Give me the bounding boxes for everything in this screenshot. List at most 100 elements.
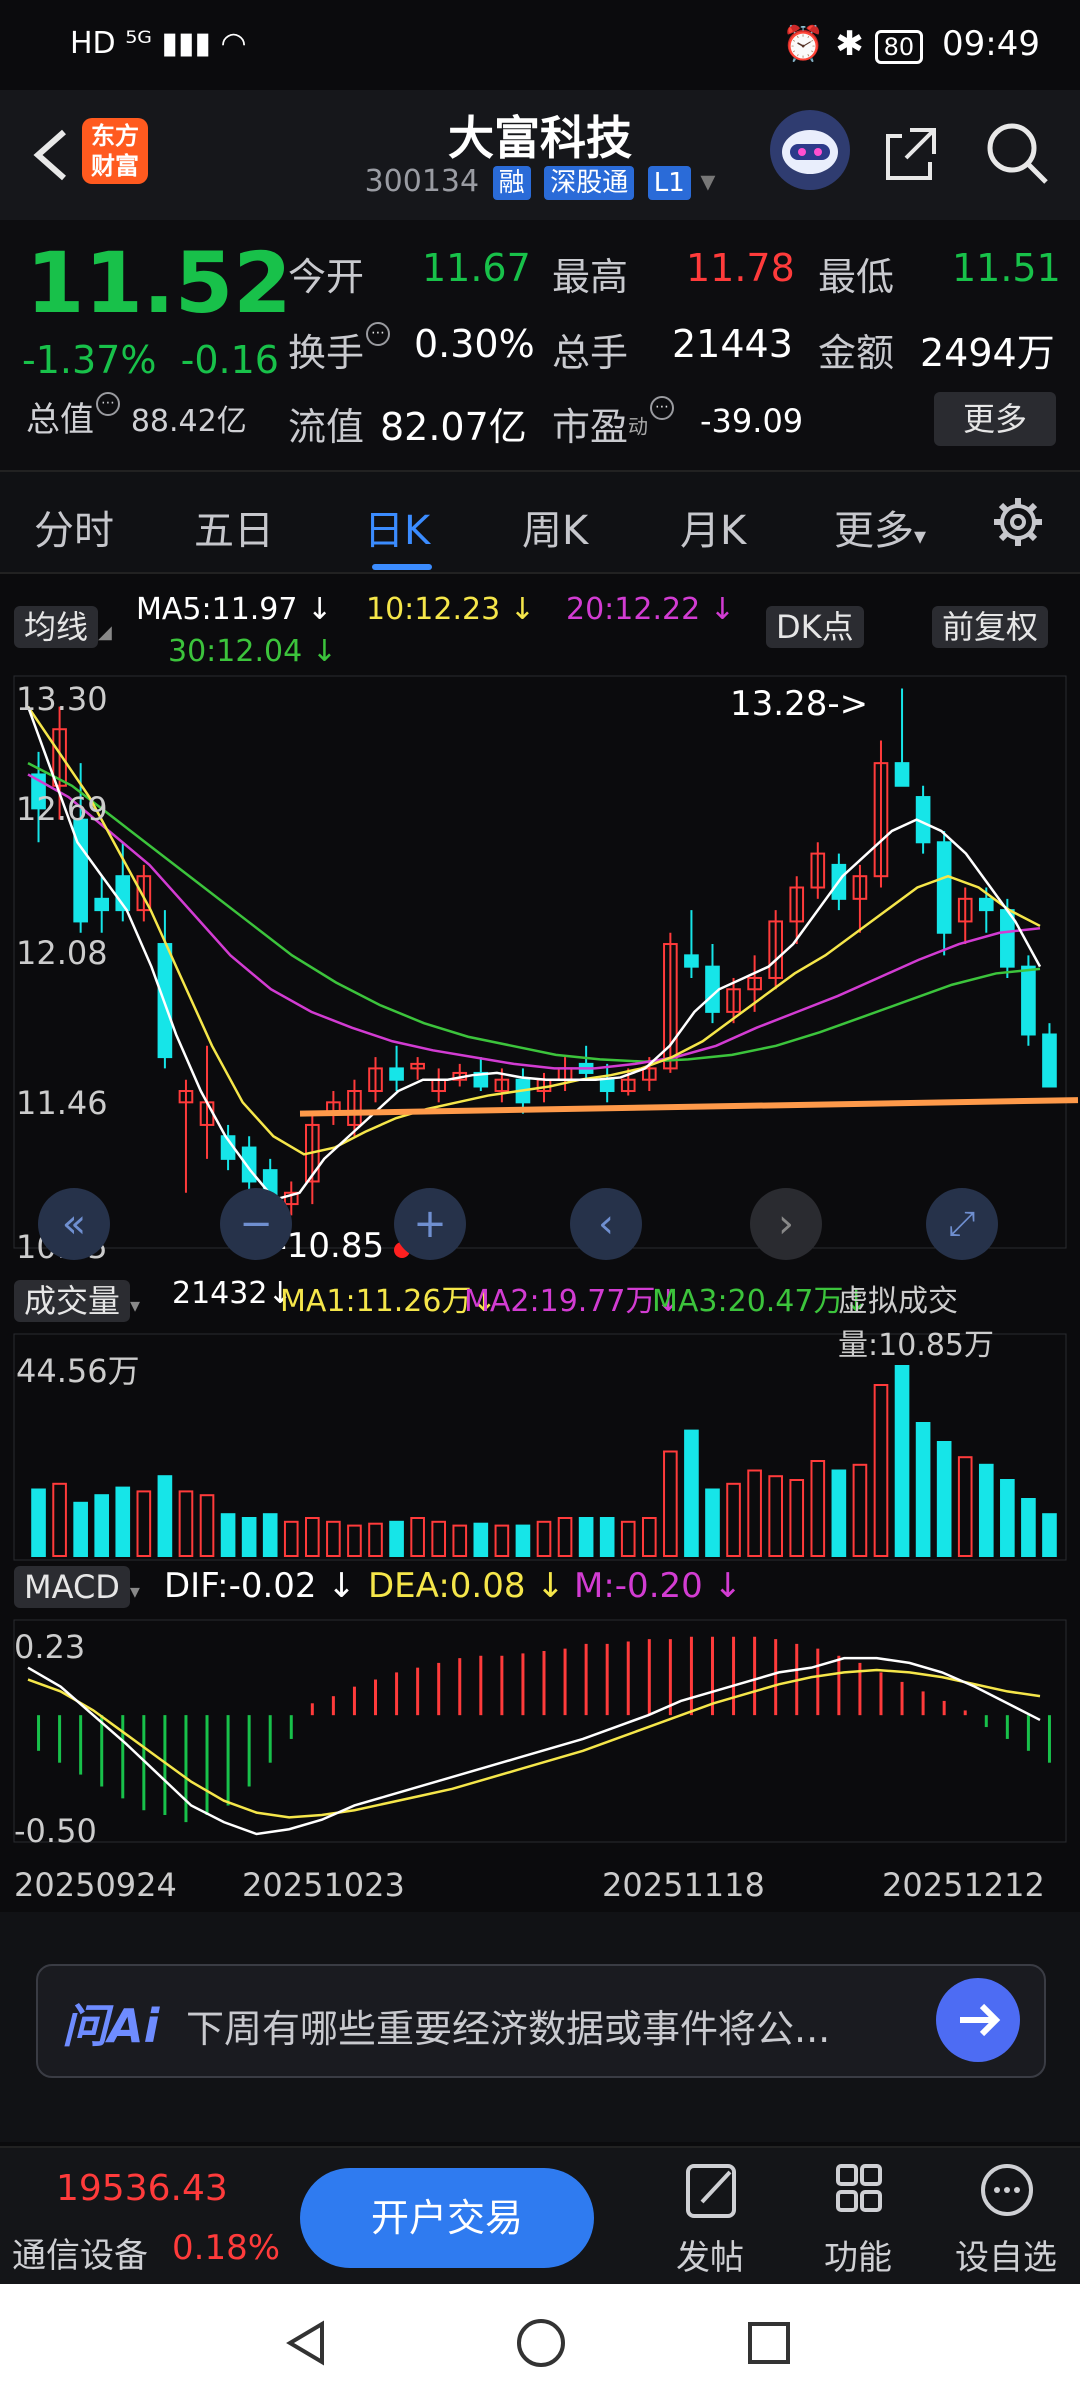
zoom-in-button[interactable]: + [394, 1188, 466, 1260]
candle-body [389, 1067, 404, 1081]
candle-body [73, 818, 88, 923]
macd-selector[interactable]: MACD ▾ [14, 1566, 140, 1608]
dif-line [27, 1656, 1041, 1836]
dropdown-icon: ▾ [914, 522, 927, 550]
level-tag: L1 [647, 166, 691, 200]
vol-max-label: 44.56万 [16, 1352, 140, 1390]
period-tabs: 分时 五日 日K 周K 月K 更多▾ [0, 472, 1080, 574]
turnover-value: 0.30% [414, 322, 535, 366]
float-label: 流值 [288, 405, 365, 449]
open-value: 11.67 [422, 246, 531, 290]
volume-bar [115, 1486, 131, 1557]
tab-daily-k[interactable]: 日K [364, 498, 430, 556]
dropdown-icon: ▾ [130, 1293, 141, 1317]
date-label: 20250924 [14, 1866, 177, 1904]
volume-bar [663, 1450, 678, 1557]
float-value: 82.07亿 [380, 405, 527, 449]
volume-bar [157, 1475, 173, 1558]
zoom-out-button[interactable]: − [220, 1188, 292, 1260]
margin-tag: 融 [492, 166, 531, 200]
chevron-left-icon: ‹ [598, 1201, 614, 1247]
more-button[interactable]: 更多 [934, 392, 1056, 446]
ai-logo: 问Ai [62, 1999, 160, 2053]
volume-bar [326, 1520, 341, 1557]
ai-question-text: 下周有哪些重要经济数据或事件将公... [186, 2007, 831, 2051]
battery-indicator: 80 [874, 30, 924, 64]
open-account-trade-button[interactable]: 开户交易 [300, 2168, 594, 2268]
macd-bottom-label: -0.50 [14, 1812, 97, 1850]
scroll-left-button[interactable]: ‹ [570, 1188, 642, 1260]
edit-icon [686, 2164, 736, 2218]
share-icon[interactable] [880, 124, 940, 184]
volume-bar [768, 1475, 783, 1558]
last-price: 11.52 [26, 234, 292, 332]
volume-bar [1042, 1513, 1057, 1558]
volume-bar [915, 1422, 931, 1557]
post-button[interactable] [666, 2160, 756, 2224]
nav-home-icon[interactable] [514, 2316, 568, 2370]
info-icon: ⋯ [650, 396, 675, 420]
volume-bar [368, 1522, 383, 1558]
function-label[interactable]: 功能 [798, 2230, 918, 2279]
post-label[interactable]: 发帖 [650, 2230, 770, 2279]
candle-body [1021, 965, 1036, 1036]
high-value: 11.78 [686, 246, 795, 290]
kline-chart-area: 均线 ◢ MA5:11.97 ↓ 10:12.23 ↓ 20:12.22 ↓ 30… [0, 576, 1080, 1912]
volume-bar [52, 1482, 67, 1557]
support-trendline [299, 1097, 1079, 1117]
volume-bar [389, 1520, 404, 1557]
ai-send-button[interactable] [936, 1978, 1020, 2062]
scroll-left-fast-button[interactable]: « [38, 1188, 110, 1260]
bottom-toolbar: 19536.43 通信设备 0.18% 开户交易 发帖 功能 设自选 [0, 2146, 1080, 2286]
sector-index-value[interactable]: 19536.43 [56, 2168, 228, 2209]
tab-more[interactable]: 更多▾ [834, 498, 926, 556]
assistant-robot-icon[interactable] [770, 110, 850, 190]
high-label: 最高 [552, 255, 629, 299]
volume-bar [178, 1490, 194, 1558]
status-bar: HD ⁵ᴳ ▮▮▮ ◠ ⏰ ✱ 80 09:49 [0, 0, 1080, 90]
y-label: 13.30 [16, 680, 108, 718]
add-watchlist-label[interactable]: 设自选 [946, 2230, 1066, 2279]
volume-bar [410, 1517, 425, 1557]
volume-bar [73, 1501, 88, 1557]
tab-intraday[interactable]: 分时 [34, 498, 114, 556]
settings-gear-icon[interactable] [990, 494, 1046, 554]
candle-body [94, 897, 110, 912]
volume-bar [578, 1517, 594, 1557]
tab-monthly-k[interactable]: 月K [680, 498, 746, 556]
more-circle-icon [981, 2164, 1033, 2216]
volume-bar [599, 1517, 615, 1557]
volume-bar [220, 1513, 236, 1558]
volume-bar [705, 1488, 720, 1557]
scroll-right-button[interactable]: › [750, 1188, 822, 1260]
info-icon: ⋯ [366, 322, 391, 346]
volume-bar [936, 1441, 952, 1557]
candle-body [894, 762, 910, 787]
add-watchlist-button[interactable] [962, 2160, 1052, 2224]
amount-label: 金额 [818, 331, 895, 375]
volume-bar [136, 1490, 152, 1558]
volume-bar [199, 1494, 215, 1558]
tab-five-day[interactable]: 五日 [194, 498, 274, 556]
kline-svg[interactable] [0, 576, 1080, 1912]
volume-bar [1000, 1479, 1015, 1557]
search-icon[interactable] [984, 120, 1050, 186]
volume-bar [894, 1365, 910, 1557]
sector-name[interactable]: 通信设备 [12, 2228, 148, 2277]
nav-recents-icon[interactable] [744, 2318, 794, 2368]
volume-bar [1021, 1498, 1036, 1557]
dea-readout: DEA:0.08 ↓ [368, 1566, 565, 1606]
grid-icon [836, 2164, 882, 2212]
ai-assistant-section: 问Ai 下周有哪些重要经济数据或事件将公... [0, 1912, 1080, 2142]
nav-back-icon[interactable] [282, 2318, 332, 2368]
tab-weekly-k[interactable]: 周K [522, 498, 588, 556]
volume-selector[interactable]: 成交量 ▾ [14, 1276, 140, 1322]
ai-question-bar[interactable]: 问Ai 下周有哪些重要经济数据或事件将公... [36, 1964, 1046, 2078]
function-button[interactable] [814, 2160, 904, 2224]
fullscreen-button[interactable]: ⤢ [926, 1188, 998, 1260]
dif-readout: DIF:-0.02 ↓ [164, 1566, 356, 1606]
y-label: 11.46 [16, 1084, 108, 1122]
m-readout: M:-0.20 ↓ [574, 1566, 743, 1606]
stock-code: 300134 [364, 164, 480, 199]
candle-body [1042, 1033, 1057, 1088]
